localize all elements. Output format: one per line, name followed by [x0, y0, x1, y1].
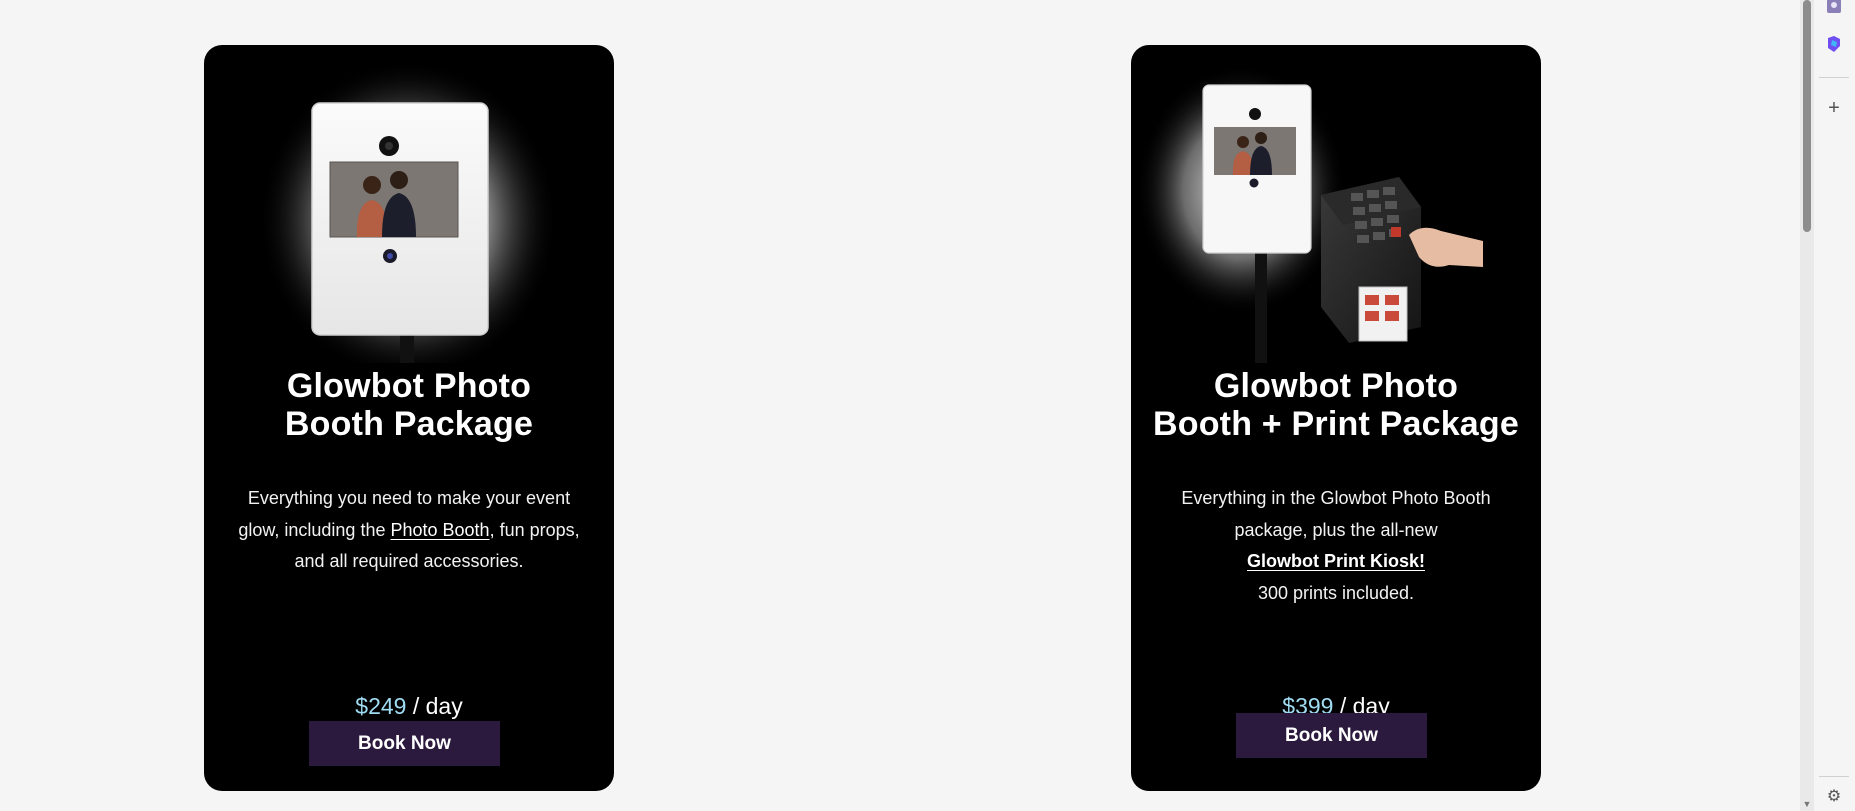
- description-line-1: Everything in the Glowbot Photo Booth: [1181, 488, 1491, 508]
- scrollbar-track[interactable]: ▼: [1800, 0, 1814, 811]
- pricing-card-booth-print-package: Glowbot Photo Booth + Print Package Ever…: [1131, 45, 1541, 791]
- pricing-card-booth-package: Glowbot Photo Booth Package Everything y…: [204, 45, 614, 791]
- scrollbar-thumb[interactable]: [1803, 0, 1811, 232]
- scroll-down-arrow-icon[interactable]: ▼: [1802, 799, 1812, 809]
- profile-icon[interactable]: [1822, 0, 1846, 18]
- print-kiosk-link[interactable]: Glowbot Print Kiosk!: [1247, 551, 1425, 571]
- settings-icon[interactable]: ⚙: [1822, 785, 1846, 809]
- card-title-line-1: Glowbot Photo: [286, 367, 532, 405]
- photo-booth-image: [204, 45, 614, 363]
- description-line-4: 300 prints included.: [1257, 582, 1415, 603]
- sidebar-divider: [1819, 77, 1849, 78]
- price-amount: $249: [355, 693, 407, 719]
- card-title-line-1: Glowbot Photo: [1213, 367, 1459, 405]
- card-description: Everything in the Glowbot Photo Booth pa…: [1161, 483, 1511, 609]
- card-title: Glowbot Photo Booth + Print Package: [1151, 367, 1521, 443]
- description-line-2: package, plus the all-new: [1234, 519, 1438, 540]
- add-icon[interactable]: +: [1822, 96, 1846, 120]
- book-now-button[interactable]: Book Now: [309, 721, 500, 766]
- card-description: Everything you need to make your event g…: [234, 483, 584, 578]
- photo-booth-link[interactable]: Photo Booth: [390, 520, 489, 540]
- book-now-button[interactable]: Book Now: [1236, 713, 1427, 758]
- browser-sidebar: ▼ + ⚙: [1800, 0, 1855, 811]
- price: $249 / day: [204, 691, 614, 721]
- copilot-icon[interactable]: [1822, 32, 1846, 56]
- card-title-line-2: Booth + Print Package: [1152, 405, 1519, 443]
- photo-booth-print-kiosk-image: [1131, 45, 1541, 363]
- price-unit: / day: [406, 693, 463, 719]
- card-title-line-2: Booth Package: [284, 405, 534, 443]
- card-title: Glowbot Photo Booth Package: [224, 367, 594, 443]
- sidebar-divider: [1819, 776, 1849, 777]
